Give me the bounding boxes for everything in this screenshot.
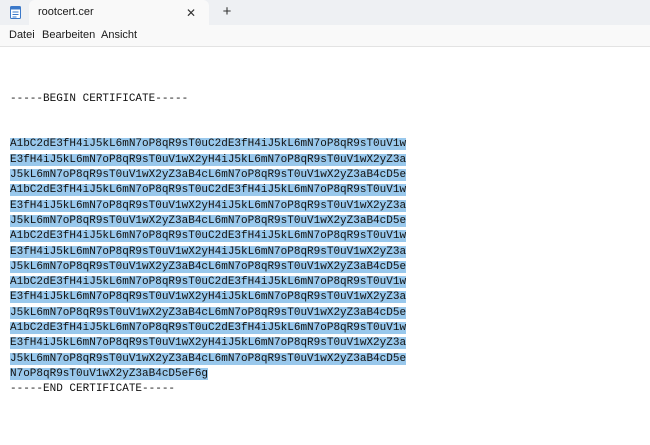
document-tab[interactable]: rootcert.cer [29, 0, 209, 25]
certificate-line: A1bC2dE3fH4iJ5kL6mN7oP8qR9sT0uC2dE3fH4iJ… [10, 229, 407, 244]
certificate-line: E3fH4iJ5kL6mN7oP8qR9sT0uV1wX2yH4iJ5kL6mN… [10, 290, 407, 305]
selected-text: J5kL6mN7oP8qR9sT0uV1wX2yZ3aB4cL6mN7oP8qR… [10, 169, 407, 182]
certificate-line: A1bC2dE3fH4iJ5kL6mN7oP8qR9sT0uC2dE3fH4iJ… [10, 183, 407, 198]
certificate-line: E3fH4iJ5kL6mN7oP8qR9sT0uV1wX2yH4iJ5kL6mN… [10, 245, 407, 260]
certificate-line: N7oP8qR9sT0uV1wX2yZ3aB4cD5eF6g [10, 367, 406, 382]
certificate-line: E3fH4iJ5kL6mN7oP8qR9sT0uV1wX2yH4iJ5kL6mN… [10, 153, 407, 168]
certificate-line: E3fH4iJ5kL6mN7oP8qR9sT0uV1wX2yH4iJ5kL6mN… [10, 336, 407, 351]
selected-text: A1bC2dE3fH4iJ5kL6mN7oP8qR9sT0uC2dE3fH4iJ… [10, 184, 407, 197]
title-bar: rootcert.cer ✕ + [0, 0, 650, 25]
selected-text: N7oP8qR9sT0uV1wX2yZ3aB4cD5eF6g [10, 367, 209, 380]
certificate-line: J5kL6mN7oP8qR9sT0uV1wX2yZ3aB4cL6mN7oP8qR… [10, 260, 407, 275]
certificate-line: A1bC2dE3fH4iJ5kL6mN7oP8qR9sT0uC2dE3fH4iJ… [10, 275, 407, 290]
selected-text: E3fH4iJ5kL6mN7oP8qR9sT0uV1wX2yH4iJ5kL6mN… [10, 153, 407, 166]
certificate-line: A1bC2dE3fH4iJ5kL6mN7oP8qR9sT0uC2dE3fH4iJ… [10, 321, 407, 336]
plus-icon[interactable]: + [219, 4, 235, 20]
begin-line: -----BEGIN CERTIFICATE----- [10, 92, 189, 105]
document-text[interactable]: -----BEGIN CERTIFICATE----- A1bC2dE3fH4i… [10, 61, 407, 398]
certificate-line: J5kL6mN7oP8qR9sT0uV1wX2yZ3aB4cL6mN7oP8qR… [10, 352, 407, 367]
selected-text: E3fH4iJ5kL6mN7oP8qR9sT0uV1wX2yH4iJ5kL6mN… [10, 245, 407, 258]
menu-view[interactable]: Ansicht [101, 29, 137, 41]
selected-text: J5kL6mN7oP8qR9sT0uV1wX2yZ3aB4cL6mN7oP8qR… [10, 352, 407, 365]
selected-text: A1bC2dE3fH4iJ5kL6mN7oP8qR9sT0uC2dE3fH4iJ… [10, 230, 407, 243]
selected-text: A1bC2dE3fH4iJ5kL6mN7oP8qR9sT0uC2dE3fH4iJ… [10, 138, 407, 151]
notepad-icon [10, 6, 21, 19]
menu-file[interactable]: Datei [9, 29, 35, 41]
selected-text: E3fH4iJ5kL6mN7oP8qR9sT0uV1wX2yH4iJ5kL6mN… [10, 291, 407, 304]
certificate-line: E3fH4iJ5kL6mN7oP8qR9sT0uV1wX2yH4iJ5kL6mN… [10, 199, 407, 214]
certificate-line: A1bC2dE3fH4iJ5kL6mN7oP8qR9sT0uC2dE3fH4iJ… [10, 137, 407, 152]
text-editor[interactable]: -----BEGIN CERTIFICATE----- A1bC2dE3fH4i… [0, 47, 650, 445]
selected-text: A1bC2dE3fH4iJ5kL6mN7oP8qR9sT0uC2dE3fH4iJ… [10, 322, 407, 335]
selected-text: A1bC2dE3fH4iJ5kL6mN7oP8qR9sT0uC2dE3fH4iJ… [10, 276, 407, 289]
selected-text: E3fH4iJ5kL6mN7oP8qR9sT0uV1wX2yH4iJ5kL6mN… [10, 199, 407, 212]
certificate-line: J5kL6mN7oP8qR9sT0uV1wX2yZ3aB4cL6mN7oP8qR… [10, 168, 407, 183]
menu-bar: Datei Bearbeiten Ansicht [0, 25, 650, 47]
close-icon[interactable]: ✕ [183, 6, 199, 20]
selected-text: J5kL6mN7oP8qR9sT0uV1wX2yZ3aB4cL6mN7oP8qR… [10, 306, 407, 319]
menu-edit[interactable]: Bearbeiten [42, 29, 95, 41]
selected-text: E3fH4iJ5kL6mN7oP8qR9sT0uV1wX2yH4iJ5kL6mN… [10, 337, 407, 350]
end-line: -----END CERTIFICATE----- [10, 383, 176, 396]
tab-title: rootcert.cer [38, 6, 94, 18]
selected-text: J5kL6mN7oP8qR9sT0uV1wX2yZ3aB4cL6mN7oP8qR… [10, 214, 407, 227]
selected-text: J5kL6mN7oP8qR9sT0uV1wX2yZ3aB4cL6mN7oP8qR… [10, 260, 407, 273]
certificate-line: J5kL6mN7oP8qR9sT0uV1wX2yZ3aB4cL6mN7oP8qR… [10, 306, 407, 321]
certificate-line: J5kL6mN7oP8qR9sT0uV1wX2yZ3aB4cL6mN7oP8qR… [10, 214, 407, 229]
